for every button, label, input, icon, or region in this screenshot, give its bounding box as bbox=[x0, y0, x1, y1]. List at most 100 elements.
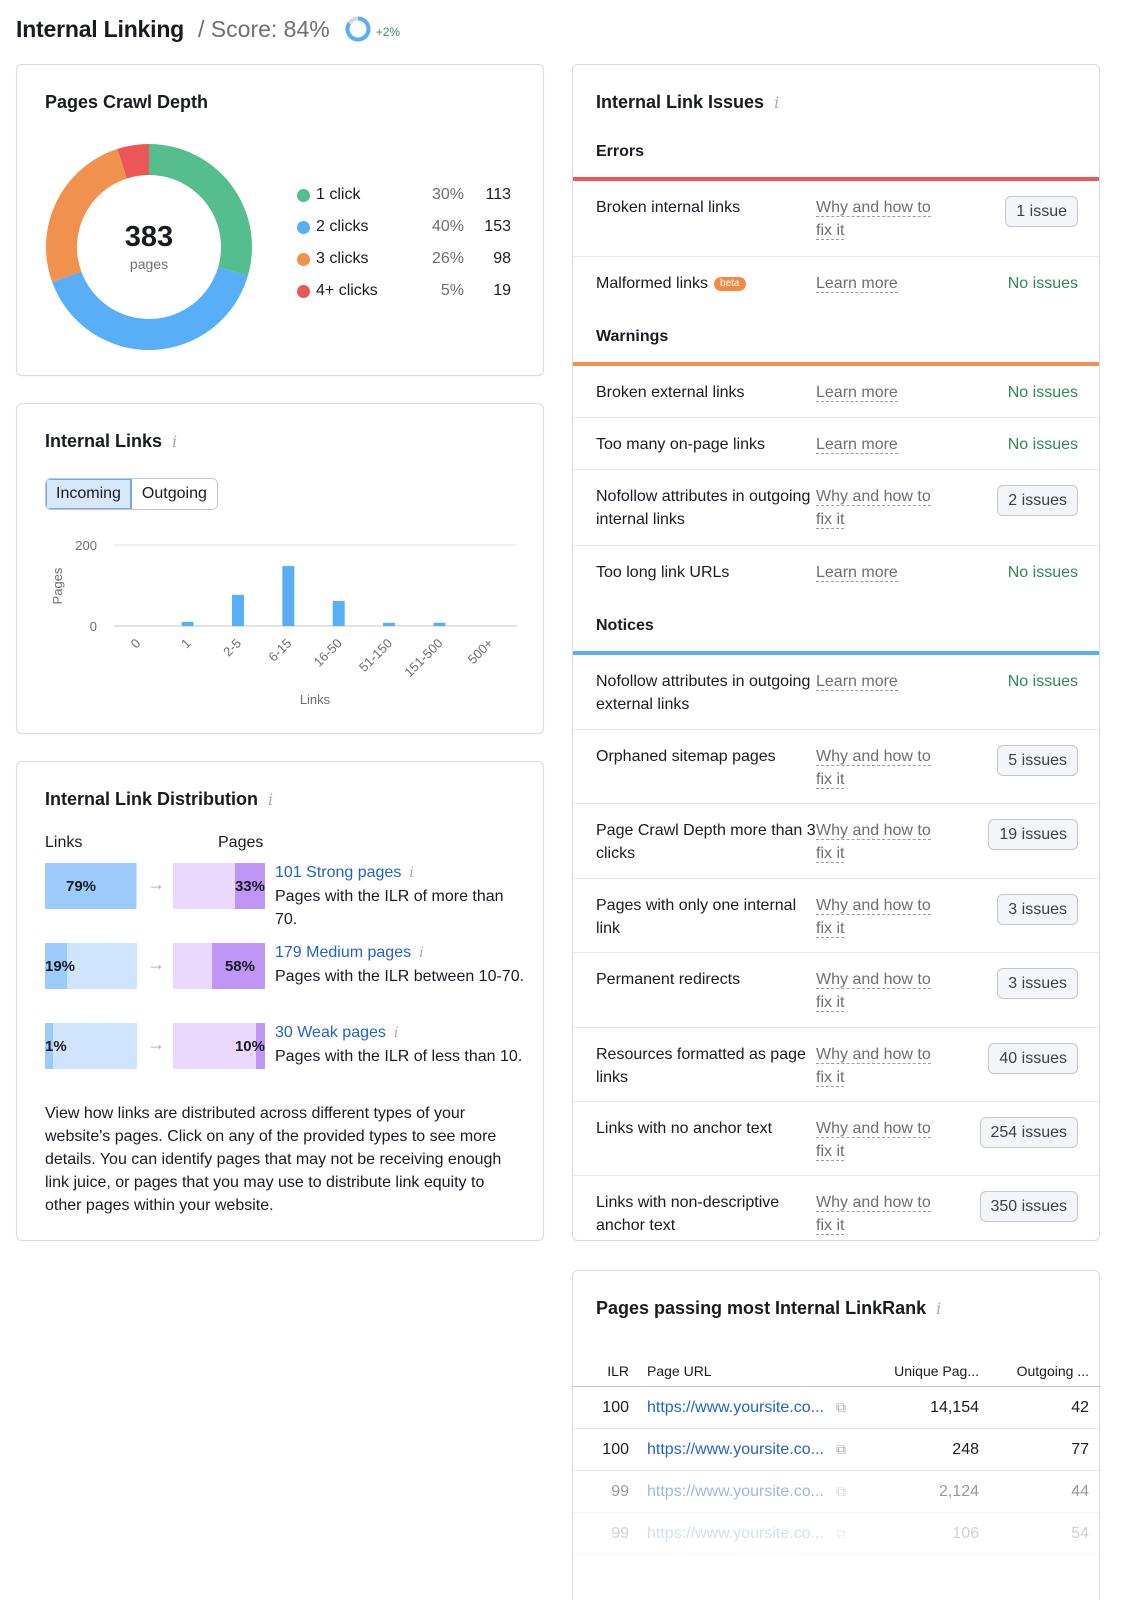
issue-help-link[interactable]: Why and how to fix it bbox=[816, 196, 946, 256]
issue-help-link[interactable]: Why and how to fix it bbox=[816, 745, 946, 803]
issue-count-button[interactable]: 350 issues bbox=[979, 1191, 1078, 1222]
issue-status: No issues bbox=[946, 433, 1078, 469]
page-group-link-text[interactable]: 101 Strong pages bbox=[275, 864, 401, 881]
issue-name-text: Nofollow attributes in outgoing internal… bbox=[596, 488, 811, 528]
info-icon[interactable]: i bbox=[936, 1299, 941, 1318]
issue-help-link-text[interactable]: Why and how to fix it bbox=[816, 488, 931, 529]
issue-help-link-text[interactable]: Why and how to fix it bbox=[816, 822, 931, 863]
tab-outgoing[interactable]: Outgoing bbox=[131, 479, 217, 509]
issue-help-link[interactable]: Why and how to fix it bbox=[816, 894, 946, 952]
links-share-bar[interactable]: 1% bbox=[45, 1023, 137, 1069]
issue-count-button[interactable]: 40 issues bbox=[988, 1043, 1078, 1074]
score-ring-icon bbox=[345, 16, 371, 42]
info-icon[interactable]: i bbox=[394, 1025, 398, 1041]
info-icon[interactable]: i bbox=[409, 865, 413, 881]
page-url-link[interactable]: https://www.yoursite.co... bbox=[647, 1483, 824, 1501]
legend-dot-icon bbox=[297, 284, 310, 298]
page-url-cell: https://www.yoursite.co... ⧉ bbox=[629, 1483, 869, 1501]
column-page-url[interactable]: Page URL bbox=[629, 1363, 869, 1379]
issue-help-link-text[interactable]: Why and how to fix it bbox=[816, 971, 931, 1012]
issue-help-link-text[interactable]: Learn more bbox=[816, 384, 898, 402]
page-group-link[interactable]: 101 Strong pages i bbox=[275, 861, 525, 885]
pages-share-bar[interactable]: 10% bbox=[173, 1023, 265, 1069]
info-icon[interactable]: i bbox=[268, 790, 273, 809]
links-share-bar[interactable]: 19% bbox=[45, 943, 137, 989]
issue-row: Nofollow attributes in outgoing internal… bbox=[573, 470, 1099, 546]
external-link-icon[interactable]: ⧉ bbox=[836, 1399, 846, 1416]
issue-help-link-text[interactable]: Learn more bbox=[816, 673, 898, 691]
issue-name: Too long link URLs bbox=[596, 561, 816, 596]
info-icon[interactable]: i bbox=[172, 432, 177, 451]
issue-count-button[interactable]: 254 issues bbox=[979, 1117, 1078, 1148]
issue-help-link[interactable]: Why and how to fix it bbox=[816, 968, 946, 1027]
issue-count-button[interactable]: 19 issues bbox=[988, 819, 1078, 850]
issue-name-text: Page Crawl Depth more than 3 clicks bbox=[596, 822, 816, 862]
info-icon[interactable]: i bbox=[419, 945, 423, 961]
issue-help-link-text[interactable]: Learn more bbox=[816, 275, 898, 293]
issue-count-button[interactable]: 1 issue bbox=[1005, 196, 1078, 227]
bar[interactable] bbox=[332, 600, 345, 626]
arrow-right-icon: → bbox=[147, 1034, 165, 1054]
external-link-icon[interactable]: ⧉ bbox=[836, 1441, 846, 1458]
issue-count-button[interactable]: 3 issues bbox=[997, 894, 1078, 925]
issue-help-link[interactable]: Why and how to fix it bbox=[816, 1117, 946, 1175]
issue-help-link-text[interactable]: Why and how to fix it bbox=[816, 199, 931, 240]
issue-count-button[interactable]: 3 issues bbox=[997, 968, 1078, 999]
info-icon[interactable]: i bbox=[774, 93, 779, 112]
page-group-link[interactable]: 30 Weak pages i bbox=[275, 1021, 525, 1045]
issue-name-text: Links with non-descriptive anchor text bbox=[596, 1194, 780, 1234]
issue-count-button[interactable]: 5 issues bbox=[997, 745, 1078, 776]
issue-help-link[interactable]: Learn more bbox=[816, 670, 946, 729]
table-row[interactable]: 100 https://www.yoursite.co... ⧉ 14,154 42 bbox=[573, 1387, 1101, 1429]
page-group-link-text[interactable]: 179 Medium pages bbox=[275, 944, 411, 961]
pages-share-bar[interactable]: 58% bbox=[173, 943, 265, 989]
issue-help-link[interactable]: Learn more bbox=[816, 272, 946, 307]
column-unique-pages[interactable]: Unique Pag... bbox=[869, 1363, 979, 1379]
issue-name-text: Too long link URLs bbox=[596, 564, 730, 581]
issue-help-link[interactable]: Learn more bbox=[816, 561, 946, 596]
external-link-icon[interactable]: ⧉ bbox=[836, 1525, 846, 1542]
page-group-link[interactable]: 179 Medium pages i bbox=[275, 941, 525, 965]
table-row[interactable]: 100 https://www.yoursite.co... ⧉ 248 77 bbox=[573, 1429, 1101, 1471]
y-axis-label: Pages bbox=[50, 567, 65, 604]
links-share-value: 79% bbox=[65, 877, 97, 895]
bar[interactable] bbox=[181, 621, 194, 626]
table-row[interactable]: 99 https://www.yoursite.co... ⧉ 2,124 44 bbox=[573, 1471, 1101, 1513]
tab-incoming[interactable]: Incoming bbox=[46, 479, 132, 509]
bar[interactable] bbox=[383, 622, 396, 626]
issue-help-link-text[interactable]: Why and how to fix it bbox=[816, 1120, 931, 1161]
page-url-link[interactable]: https://www.yoursite.co... bbox=[647, 1441, 824, 1459]
bar[interactable] bbox=[433, 622, 446, 626]
legend-item[interactable]: 2 clicks 40% 153 bbox=[297, 211, 511, 243]
issue-help-link-text[interactable]: Learn more bbox=[816, 564, 898, 582]
page-group-link-text[interactable]: 30 Weak pages bbox=[275, 1024, 386, 1041]
legend-dot-icon bbox=[297, 220, 310, 234]
column-outgoing[interactable]: Outgoing ... bbox=[979, 1363, 1089, 1379]
legend-item[interactable]: 4+ clicks 5% 19 bbox=[297, 275, 511, 307]
bar[interactable] bbox=[231, 594, 244, 626]
page-url-link[interactable]: https://www.yoursite.co... bbox=[647, 1399, 824, 1417]
links-share-bar[interactable]: 79% bbox=[45, 863, 137, 909]
issue-help-link[interactable]: Learn more bbox=[816, 433, 946, 469]
pages-share-bar[interactable]: 33% bbox=[173, 863, 265, 909]
table-row[interactable]: 99 https://www.yoursite.co... ⧉ 106 54 bbox=[573, 1513, 1101, 1555]
issue-help-link-text[interactable]: Why and how to fix it bbox=[816, 1046, 931, 1087]
page-url-link[interactable]: https://www.yoursite.co... bbox=[647, 1525, 824, 1543]
legend-item[interactable]: 1 click 30% 113 bbox=[297, 179, 511, 211]
issue-status: 19 issues bbox=[946, 819, 1078, 878]
issue-help-link-text[interactable]: Why and how to fix it bbox=[816, 748, 931, 789]
issue-help-link[interactable]: Why and how to fix it bbox=[816, 1043, 946, 1101]
column-ilr[interactable]: ILR bbox=[573, 1363, 629, 1379]
issue-help-link[interactable]: Why and how to fix it bbox=[816, 1191, 946, 1240]
legend-item[interactable]: 3 clicks 26% 98 bbox=[297, 243, 511, 275]
issue-help-link-text[interactable]: Why and how to fix it bbox=[816, 897, 931, 938]
issue-help-link[interactable]: Learn more bbox=[816, 381, 946, 417]
issue-help-link-text[interactable]: Why and how to fix it bbox=[816, 1194, 931, 1235]
issue-status: 5 issues bbox=[946, 745, 1078, 803]
bar[interactable] bbox=[282, 566, 295, 626]
issue-help-link[interactable]: Why and how to fix it bbox=[816, 819, 946, 878]
issue-help-link[interactable]: Why and how to fix it bbox=[816, 485, 946, 545]
issue-help-link-text[interactable]: Learn more bbox=[816, 436, 898, 454]
external-link-icon[interactable]: ⧉ bbox=[836, 1483, 846, 1500]
issue-count-button[interactable]: 2 issues bbox=[997, 485, 1078, 516]
